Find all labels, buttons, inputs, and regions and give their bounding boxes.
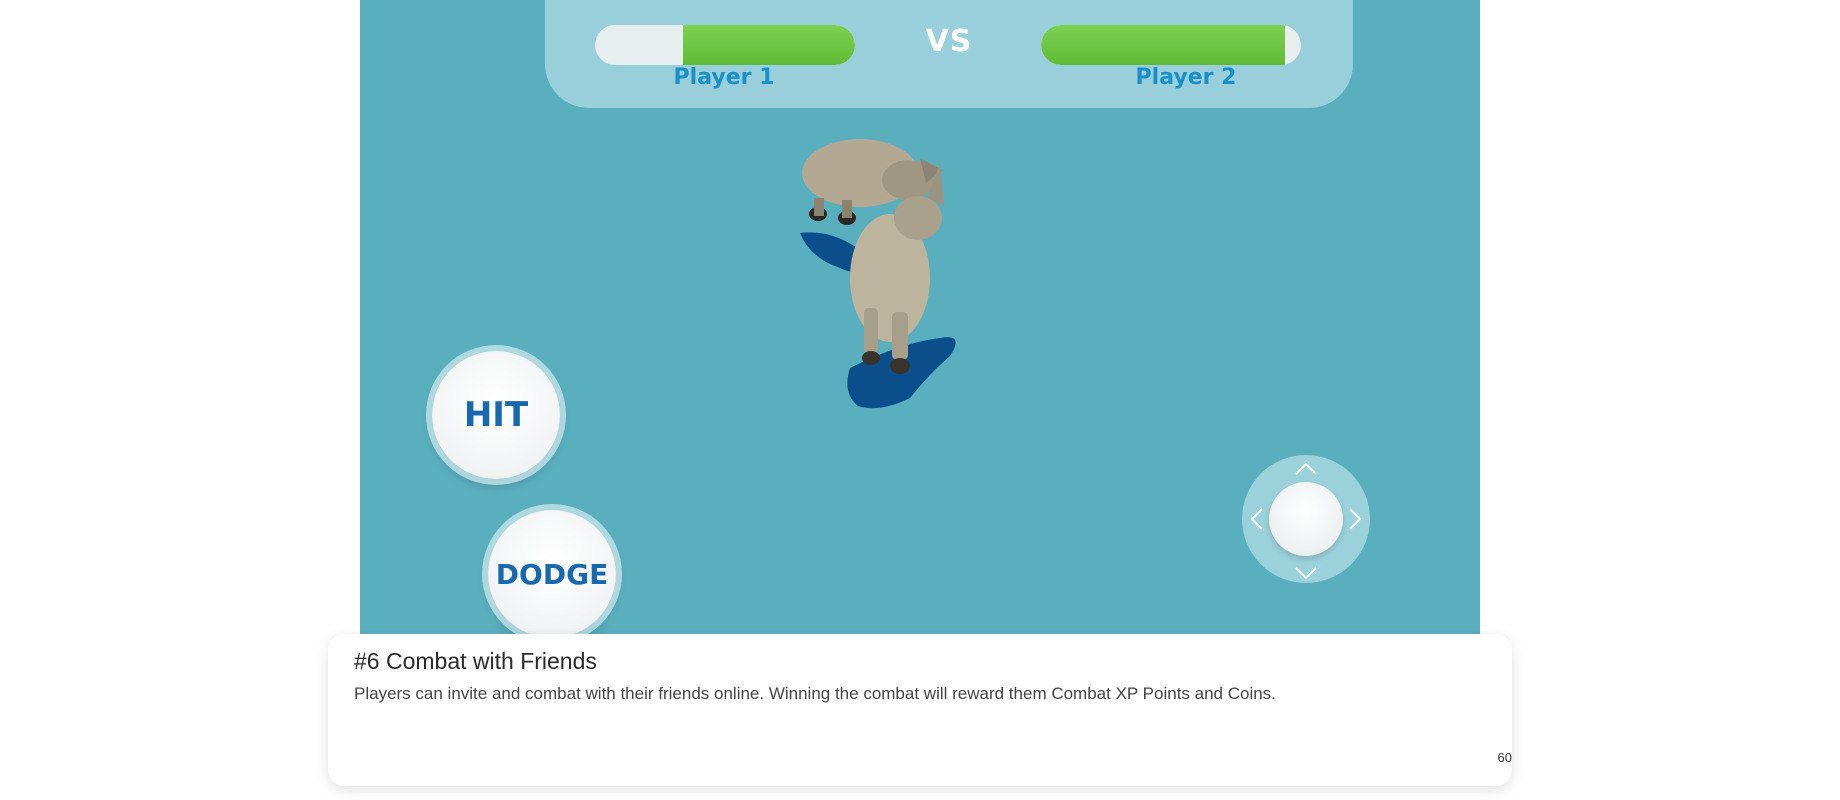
player1-health-bar [595, 25, 855, 65]
movement-joystick[interactable] [1242, 455, 1370, 583]
player2-health-fill [1041, 25, 1286, 65]
feature-title: #6 Combat with Friends [354, 648, 597, 674]
hit-button[interactable]: HIT [432, 351, 560, 479]
vs-label: VS [925, 24, 973, 59]
game-viewport: VS Player 1 Player 2 HIT DODGE [360, 0, 1480, 640]
feature-description: Players can invite and combat with their… [354, 684, 1276, 703]
joystick-knob[interactable] [1269, 482, 1343, 556]
chevron-left-icon [1250, 507, 1264, 536]
player1-label: Player 1 [673, 65, 775, 90]
health-hud: VS Player 1 Player 2 [545, 0, 1353, 108]
chevron-up-icon [1294, 459, 1318, 481]
feature-card: #6 Combat with Friends Players can invit… [328, 634, 1512, 786]
player2-health-bar [1041, 25, 1301, 65]
player1-health-fill [683, 25, 855, 65]
chevron-right-icon [1348, 507, 1362, 536]
page-number: 60 [1497, 750, 1512, 765]
player2-label: Player 2 [1135, 65, 1237, 90]
chevron-down-icon [1294, 563, 1318, 585]
rhino-fighters [800, 139, 956, 409]
dodge-button[interactable]: DODGE [488, 510, 616, 638]
